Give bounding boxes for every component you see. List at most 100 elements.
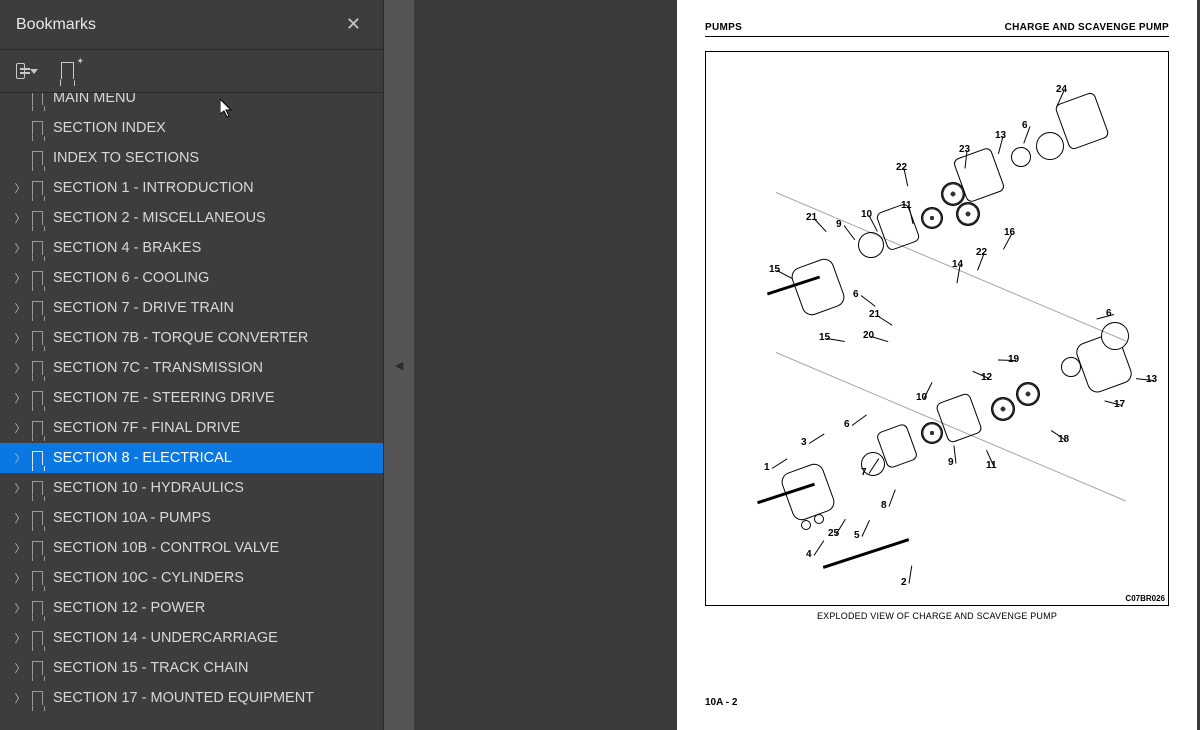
bookmark-item[interactable]: 〉 SECTION 2 - MISCELLANEOUS: [0, 203, 383, 233]
sidebar-header: Bookmarks ✕: [0, 0, 383, 50]
callout-label: 23: [959, 144, 970, 155]
header-left: PUMPS: [705, 22, 742, 33]
callout-label: 7: [861, 467, 867, 478]
callout-leader: [836, 519, 846, 535]
callout-leader: [877, 315, 893, 326]
bookmark-icon: [32, 361, 43, 376]
bookmark-label: INDEX TO SECTIONS: [53, 150, 199, 166]
bookmark-label: SECTION 10B - CONTROL VALVE: [53, 540, 279, 556]
bookmark-item[interactable]: 〉 SECTION 17 - MOUNTED EQUIPMENT: [0, 683, 383, 713]
bookmark-icon: [32, 271, 43, 286]
bookmark-item[interactable]: 〉 SECTION 10B - CONTROL VALVE: [0, 533, 383, 563]
callout-leader: [814, 540, 825, 556]
callout-label: 1: [764, 462, 770, 473]
chevron-right-icon[interactable]: 〉: [14, 390, 26, 406]
callout-label: 2: [901, 577, 907, 588]
bookmark-label: SECTION 2 - MISCELLANEOUS: [53, 210, 266, 226]
document-viewport[interactable]: PUMPS CHARGE AND SCAVENGE PUMP: [414, 0, 1200, 730]
bookmark-icon: [32, 481, 43, 496]
chevron-right-icon[interactable]: 〉: [14, 660, 26, 676]
bookmarks-list[interactable]: MAIN MENU SECTION INDEX INDEX TO SECTIONS 〉…: [0, 93, 383, 730]
panel-divider[interactable]: ◄: [384, 0, 414, 730]
bookmark-label: SECTION 4 - BRAKES: [53, 240, 201, 256]
bookmark-item[interactable]: 〉 SECTION 7F - FINAL DRIVE: [0, 413, 383, 443]
bookmark-icon: [32, 631, 43, 646]
bookmark-label: SECTION 7 - DRIVE TRAIN: [53, 300, 234, 316]
bookmark-item[interactable]: 〉 SECTION 7 - DRIVE TRAIN: [0, 293, 383, 323]
callout-label: 9: [836, 219, 842, 230]
chevron-right-icon[interactable]: 〉: [14, 630, 26, 646]
bookmark-icon: [32, 241, 43, 256]
bookmark-label: SECTION 10A - PUMPS: [53, 510, 211, 526]
chevron-right-icon[interactable]: 〉: [14, 330, 26, 346]
bookmark-item[interactable]: 〉SECTION 10C - CYLINDERS: [0, 563, 383, 593]
bookmark-label: SECTION 10 - HYDRAULICS: [53, 480, 244, 496]
chevron-right-icon[interactable]: 〉: [14, 180, 26, 196]
bookmark-label: SECTION INDEX: [53, 120, 166, 136]
callout-label: 21: [869, 309, 880, 320]
chevron-right-icon[interactable]: 〉: [14, 690, 26, 706]
previous-page-gutter: [417, 0, 677, 730]
bookmark-item[interactable]: SECTION INDEX: [0, 113, 383, 143]
callout-leader: [772, 458, 788, 469]
bookmark-icon: [32, 331, 43, 346]
chevron-right-icon[interactable]: 〉: [14, 540, 26, 556]
chevron-right-icon[interactable]: 〉: [14, 420, 26, 436]
diagram-caption: EXPLODED VIEW OF CHARGE AND SCAVENGE PUM…: [705, 611, 1169, 621]
bookmark-item[interactable]: 〉SECTION 1 - INTRODUCTION: [0, 173, 383, 203]
bookmark-label: SECTION 17 - MOUNTED EQUIPMENT: [53, 690, 314, 706]
callout-label: 6: [844, 419, 850, 430]
callout-label: 5: [854, 530, 860, 541]
page-header: PUMPS CHARGE AND SCAVENGE PUMP: [705, 22, 1169, 37]
bookmark-label: SECTION 6 - COOLING: [53, 270, 209, 286]
chevron-right-icon[interactable]: 〉: [14, 450, 26, 466]
callout-leader: [861, 295, 876, 307]
bookmark-item[interactable]: 〉 SECTION 4 - BRAKES: [0, 233, 383, 263]
chevron-right-icon[interactable]: 〉: [14, 570, 26, 586]
chevron-right-icon[interactable]: 〉: [14, 240, 26, 256]
bookmark-icon: [32, 301, 43, 316]
callout-leader: [889, 489, 896, 506]
chevron-right-icon[interactable]: 〉: [14, 600, 26, 616]
callout-leader: [862, 520, 870, 537]
bookmark-item[interactable]: 〉 SECTION 14 - UNDERCARRIAGE: [0, 623, 383, 653]
bookmark-label: SECTION 7F - FINAL DRIVE: [53, 420, 240, 436]
callout-leader: [814, 218, 827, 232]
chevron-right-icon[interactable]: 〉: [14, 300, 26, 316]
bookmark-label: SECTION 7B - TORQUE CONVERTER: [53, 330, 308, 346]
pdf-page: PUMPS CHARGE AND SCAVENGE PUMP: [677, 0, 1197, 730]
bookmark-item[interactable]: 〉 SECTION 15 - TRACK CHAIN: [0, 653, 383, 683]
bookmark-tool-icon[interactable]: ✦: [56, 60, 78, 82]
chevron-right-icon[interactable]: 〉: [14, 360, 26, 376]
bookmark-label: SECTION 15 - TRACK CHAIN: [53, 660, 249, 676]
bookmark-icon: [32, 451, 43, 466]
callout-label: 22: [896, 162, 907, 173]
bookmark-item[interactable]: MAIN MENU: [0, 93, 383, 113]
collapse-arrow-icon: ◄: [392, 357, 406, 373]
close-icon[interactable]: ✕: [340, 12, 367, 37]
callout-leader: [852, 414, 867, 425]
bookmark-item[interactable]: 〉SECTION 8 - ELECTRICAL: [0, 443, 383, 473]
bookmark-label: SECTION 14 - UNDERCARRIAGE: [53, 630, 278, 646]
bookmark-label: SECTION 7C - TRANSMISSION: [53, 360, 263, 376]
bookmark-item[interactable]: 〉 SECTION 6 - COOLING: [0, 263, 383, 293]
bookmark-label: MAIN MENU: [53, 93, 136, 106]
chevron-right-icon[interactable]: 〉: [14, 480, 26, 496]
bookmark-item[interactable]: 〉 SECTION 10 - HYDRAULICS: [0, 473, 383, 503]
bookmark-item[interactable]: INDEX TO SECTIONS: [0, 143, 383, 173]
bookmark-icon: [32, 181, 43, 196]
chevron-right-icon[interactable]: 〉: [14, 210, 26, 226]
options-button[interactable]: [16, 60, 38, 82]
bookmark-item[interactable]: 〉SECTION 12 - POWER: [0, 593, 383, 623]
callout-label: 3: [801, 437, 807, 448]
bookmark-item[interactable]: 〉 SECTION 10A - PUMPS: [0, 503, 383, 533]
diagram-code: C07BR026: [1125, 594, 1165, 603]
chevron-right-icon[interactable]: 〉: [14, 270, 26, 286]
bookmark-item[interactable]: 〉 SECTION 7C - TRANSMISSION: [0, 353, 383, 383]
bookmark-icon: [32, 211, 43, 226]
callout-label: 6: [853, 289, 859, 300]
chevron-right-icon[interactable]: 〉: [14, 510, 26, 526]
callout-leader: [998, 360, 1016, 361]
bookmark-item[interactable]: 〉SECTION 7E - STEERING DRIVE: [0, 383, 383, 413]
bookmark-item[interactable]: 〉 SECTION 7B - TORQUE CONVERTER: [0, 323, 383, 353]
